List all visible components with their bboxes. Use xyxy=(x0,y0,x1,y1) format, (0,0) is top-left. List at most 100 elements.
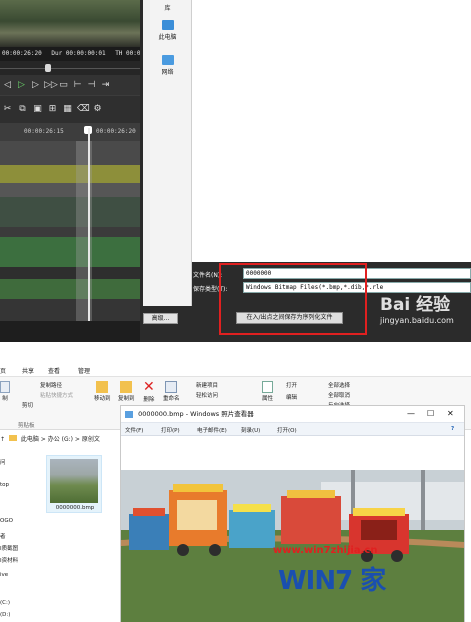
mark-out-icon[interactable]: ⊣ xyxy=(86,80,97,91)
open-label: 打开 xyxy=(286,383,298,389)
baidu-url: jingyan.baidu.com xyxy=(380,316,454,325)
address-bar[interactable]: ↑ 此电脑 > 办公 (G:) > 原创文 xyxy=(0,433,120,446)
folder-icon xyxy=(8,435,17,441)
copy-to-label: 复制到 xyxy=(118,396,135,402)
maximize-icon[interactable]: ☐ xyxy=(427,406,434,422)
easy-access-label: 轻松访问 xyxy=(196,393,219,399)
copy-button[interactable]: 制 xyxy=(0,381,10,402)
nav-item-network[interactable]: 网络 xyxy=(143,55,192,76)
sidebar-item[interactable]: I质截图 xyxy=(0,544,18,552)
playhead-line[interactable] xyxy=(88,128,90,321)
menu-email[interactable]: 电子邮件(E) xyxy=(197,426,227,434)
link-icon[interactable]: ⊞ xyxy=(47,104,58,115)
copy-label: 制 xyxy=(2,396,8,402)
delete-button[interactable]: ✕ 删除 xyxy=(143,380,155,403)
duration-timecode: Dur 00:00:00:01 xyxy=(51,50,106,57)
menu-file[interactable]: 文件(F) xyxy=(125,426,143,434)
screenshot-composite: 00:00:26:20 Dur 00:00:00:01 TH 00:0 ◁ ▷ … xyxy=(0,0,471,622)
edit-button[interactable]: 编辑 xyxy=(286,393,297,401)
group-icon[interactable]: ▦ xyxy=(62,104,73,115)
copy-to-button[interactable]: 复制到 xyxy=(118,381,135,402)
viewer-app-icon xyxy=(125,410,133,418)
minimize-icon[interactable]: — xyxy=(407,406,415,422)
nav-item-library[interactable]: 库 xyxy=(143,3,192,12)
sidebar-item[interactable]: top xyxy=(0,482,9,488)
move-to-button[interactable]: 移动到 xyxy=(94,381,111,402)
nav-item-label: 网络 xyxy=(161,69,174,76)
select-all-button[interactable]: 全部选择 xyxy=(328,381,350,389)
ruler-time-1: 00:00:26:15 xyxy=(24,128,64,135)
nav-item-this-pc[interactable]: 此电脑 xyxy=(143,20,192,41)
settings-icon[interactable]: ⚙ xyxy=(92,104,103,115)
editor-save-screenshot: 00:00:26:20 Dur 00:00:00:01 TH 00:0 ◁ ▷ … xyxy=(0,0,471,342)
track-row xyxy=(0,165,140,183)
file-thumbnail[interactable]: 0000000.bmp xyxy=(46,455,102,513)
sidebar-item[interactable]: 问 xyxy=(0,458,6,466)
scrub-bar[interactable] xyxy=(0,61,140,75)
nav-item-label: 此电脑 xyxy=(158,34,177,41)
sidebar-item[interactable]: (D:) xyxy=(0,612,10,618)
thumbnail-filename: 0000000.bmp xyxy=(55,505,95,511)
properties-button[interactable]: 属性 xyxy=(262,381,273,402)
step-back-icon[interactable]: ◁ xyxy=(2,80,13,91)
delete-icon[interactable]: ⌫ xyxy=(77,104,90,115)
sidebar-item[interactable]: (C:) xyxy=(0,600,10,606)
select-none-button[interactable]: 全部取消 xyxy=(328,391,350,399)
paste-shortcut-label: 粘贴快捷方式 xyxy=(40,393,74,399)
sidebar-item[interactable]: OGO xyxy=(0,518,13,524)
folder-move-icon xyxy=(96,381,109,393)
breadcrumb-folder[interactable]: 原创文 xyxy=(82,436,100,443)
breadcrumb-drive[interactable]: 办公 (G:) xyxy=(48,436,73,443)
export-icon[interactable]: ⇥ xyxy=(100,80,111,91)
timecode-bar: 00:00:26:20 Dur 00:00:00:01 TH 00:0 xyxy=(0,47,140,61)
thumbnail-image xyxy=(50,459,98,503)
total-timecode: TH 00:0 xyxy=(115,50,141,57)
copy-path-button[interactable]: 复制路径 xyxy=(40,381,62,389)
scrub-handle[interactable] xyxy=(45,64,51,72)
timeline-tracks[interactable] xyxy=(0,141,140,321)
track-row xyxy=(0,267,140,279)
properties-check-icon xyxy=(262,381,273,393)
dialog-file-list[interactable] xyxy=(192,0,471,262)
tab-manage[interactable]: 管理 xyxy=(78,366,90,375)
frame-forward-icon[interactable]: ▷ xyxy=(30,80,41,91)
rename-button[interactable]: 重命名 xyxy=(163,381,180,402)
advanced-button[interactable]: 高级... xyxy=(143,313,178,324)
menu-print[interactable]: 打印(P) xyxy=(161,426,180,434)
up-arrow-icon[interactable]: ↑ xyxy=(0,436,5,443)
track-row xyxy=(0,299,140,321)
close-icon[interactable]: ✕ xyxy=(447,406,454,422)
select-none-label: 全部取消 xyxy=(328,393,351,399)
open-button[interactable]: 打开 xyxy=(286,381,297,389)
rename-label: 重命名 xyxy=(163,396,180,402)
folder-copy-icon xyxy=(120,381,133,393)
mark-in-icon[interactable]: ⊢ xyxy=(72,80,83,91)
win7-logo: WIN7 家 xyxy=(278,566,386,596)
easy-access-button[interactable]: 轻松访问 xyxy=(196,391,218,399)
play-icon[interactable]: ▷ xyxy=(16,80,27,91)
current-timecode: 00:00:26:20 xyxy=(2,50,42,57)
fast-forward-icon[interactable]: ▷▷ xyxy=(44,80,58,91)
viewer-titlebar[interactable]: 0000000.bmp - Windows 照片查看器 — ☐ ✕ xyxy=(121,406,464,422)
copy-icon[interactable]: ⧉ xyxy=(17,104,28,115)
tab-view[interactable]: 查看 xyxy=(48,366,60,375)
cut-button[interactable]: 剪切 xyxy=(22,401,33,409)
timeline-ruler[interactable]: 00:00:26:15 00:00:26:20 xyxy=(0,123,140,141)
sidebar-item[interactable]: ive xyxy=(0,572,8,578)
network-icon xyxy=(161,55,174,65)
tab-share[interactable]: 共享 xyxy=(22,366,34,375)
monitor-icon[interactable]: ▭ xyxy=(58,80,69,91)
breadcrumb-this-pc[interactable]: 此电脑 xyxy=(21,436,39,443)
cut-icon[interactable]: ✂ xyxy=(2,104,13,115)
paste-icon[interactable]: ▣ xyxy=(32,104,43,115)
clipboard-group-label: 剪贴板 xyxy=(18,423,35,429)
menu-burn[interactable]: 刻录(U) xyxy=(241,426,260,434)
sidebar-item[interactable]: 者 xyxy=(0,532,6,540)
paste-shortcut-button[interactable]: 粘贴快捷方式 xyxy=(40,391,73,399)
tab-home[interactable]: 页 xyxy=(0,366,6,375)
new-item-button[interactable]: 新建项目 xyxy=(196,381,218,389)
transport-controls: ◁ ▷ ▷ ▷▷ ▭ ⊢ ⊣ ⇥ xyxy=(0,75,140,95)
sidebar-item[interactable]: I资材料 xyxy=(0,556,18,564)
help-icon[interactable]: ? xyxy=(451,426,454,432)
menu-open[interactable]: 打开(O) xyxy=(277,426,297,434)
